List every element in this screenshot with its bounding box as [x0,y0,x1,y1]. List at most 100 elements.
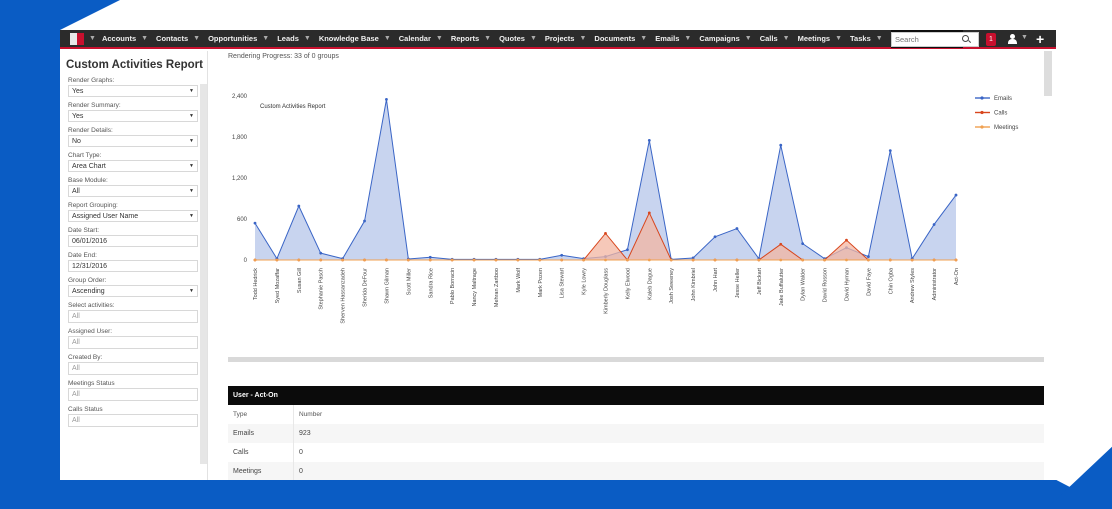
nav-item-meetings[interactable]: Meetings ▼ [798,34,850,43]
nav-item-emails[interactable]: Emails ▼ [655,34,699,43]
x-tick-label: Nancy Maltrage [472,268,478,307]
chart-horizontal-scrollbar[interactable] [228,357,1044,362]
data-point [845,238,848,242]
filter-select[interactable]: Area Chart ▼ [68,160,198,172]
filter-label: Date End: [68,252,97,259]
chevron-down-icon[interactable]: ▼ [89,35,96,42]
data-point [823,258,826,262]
nav-item-contacts[interactable]: Contacts ▼ [156,34,208,43]
nav-item-label: Tasks [850,34,871,43]
x-tick-label: Kaleb Dague [647,268,653,300]
chevron-down-icon: ▼ [303,35,311,42]
x-tick-label: Mark Pozen [538,268,544,297]
nav-item-projects[interactable]: Projects ▼ [545,34,595,43]
y-tick-label: 0 [244,258,248,264]
filter-value: Yes [72,87,84,95]
chevron-down-icon: ▼ [640,35,648,42]
search-input[interactable] [892,35,962,44]
filter-label: Render Graphs: [68,77,115,84]
x-tick-label: David Rosson [823,268,829,302]
multi-select[interactable]: All [68,414,198,427]
data-point [932,223,936,226]
data-point [647,139,651,142]
x-tick-label: Kimberly Douglass [604,268,610,314]
nav-item-accounts[interactable]: Accounts ▼ [102,34,156,43]
y-tick-label: 600 [237,217,248,223]
x-tick-label: Andrew Styles [910,268,916,303]
nav-item-leads[interactable]: Leads ▼ [277,34,319,43]
chevron-down-icon: ▼ [262,35,270,42]
nav-item-quotes[interactable]: Quotes ▼ [499,34,545,43]
nav-item-label: Contacts [156,34,189,43]
multi-select[interactable]: All [68,388,198,401]
filter-select[interactable]: No ▼ [68,135,198,147]
filter-select[interactable]: Yes ▼ [68,85,198,97]
data-point [560,258,564,262]
filter-value: 12/31/2016 [72,262,108,270]
nav-item-label: Quotes [499,34,525,43]
data-point [626,258,629,262]
sidebar-title: Custom Activities Report [66,59,203,71]
chevron-down-icon: ▼ [189,88,194,94]
nav-item-label: Documents [594,34,636,43]
chevron-down-icon[interactable]: ▼ [1021,34,1028,41]
y-tick-label: 1,200 [232,176,248,182]
data-point [297,258,301,262]
logo-icon[interactable] [70,32,84,45]
filter-select[interactable]: Ascending ▼ [68,285,198,297]
nav-item-tasks[interactable]: Tasks ▼ [850,34,891,43]
table-header-row: Type Number [228,405,1044,424]
nav-item-calendar[interactable]: Calendar ▼ [399,34,451,43]
chevron-down-icon: ▼ [141,35,149,42]
x-tick-label: Stephanie Pasch [319,268,325,310]
data-point [253,258,257,262]
multi-select[interactable]: All [68,336,198,349]
sidebar-scrollbar[interactable] [200,84,207,464]
multi-select[interactable]: All [68,310,198,323]
chevron-down-icon: ▼ [189,113,194,119]
nav-item-label: Meetings [797,34,831,43]
cell-type: Meetings [228,462,294,480]
chevron-down-icon: ▼ [189,188,194,194]
activities-chart: 2,400 1,800 1,200 600 0 Custom Activities Rep… [220,63,1050,333]
nav-item-opportunities[interactable]: Opportunities ▼ [208,34,277,43]
chart-svg: 2,400 1,800 1,200 600 0 Custom Activities Rep… [232,94,1018,324]
x-tick-label: Jesse Heller [735,268,741,298]
notification-badge[interactable]: 1 [986,33,996,46]
report-main: Rendering Progress: 33 of 0 groups 2,400… [210,51,1056,480]
legend-marker [980,96,984,100]
x-tick-label: John Kimbriel [691,268,697,301]
nav-item-calls[interactable]: Calls ▼ [760,34,798,43]
backdrop-bottom [0,480,1112,509]
nav-item-reports[interactable]: Reports ▼ [451,34,499,43]
date-input[interactable]: 12/31/2016 [68,260,198,272]
x-tick-label: Scott Miller [406,268,412,295]
multi-select[interactable]: All [68,362,198,375]
user-icon[interactable] [1007,34,1021,45]
nav-item-campaigns[interactable]: Campaigns ▼ [699,34,759,43]
x-tick-label: Todd Hedrick [253,268,259,300]
nav-item-documents[interactable]: Documents ▼ [594,34,655,43]
plus-icon[interactable]: + [1036,31,1044,47]
table-row: Emails 923 [228,424,1044,443]
filter-select[interactable]: Yes ▼ [68,110,198,122]
legend-label: Emails [994,96,1012,102]
filter-select[interactable]: Assigned User Name ▼ [68,210,198,222]
filter-value: Area Chart [72,162,106,170]
nav-item-knowledge-base[interactable]: Knowledge Base ▼ [319,34,399,43]
x-tick-label: Mehran Zartboo [494,268,500,307]
x-tick-label: Kyle Lowry [582,268,588,295]
data-point [845,258,848,262]
data-point [713,258,717,262]
data-point [626,248,629,252]
data-point [253,221,257,225]
data-point [669,258,673,262]
filter-value: Yes [72,112,84,120]
filter-field: Assigned User: All [60,328,207,349]
rendering-progress: Rendering Progress: 33 of 0 groups [228,53,339,60]
filter-field: Select activities: All [60,302,207,323]
date-input[interactable]: 06/01/2016 [68,235,198,247]
search-icon[interactable] [962,35,971,44]
chevron-down-icon: ▼ [435,35,443,42]
filter-select[interactable]: All ▼ [68,185,198,197]
